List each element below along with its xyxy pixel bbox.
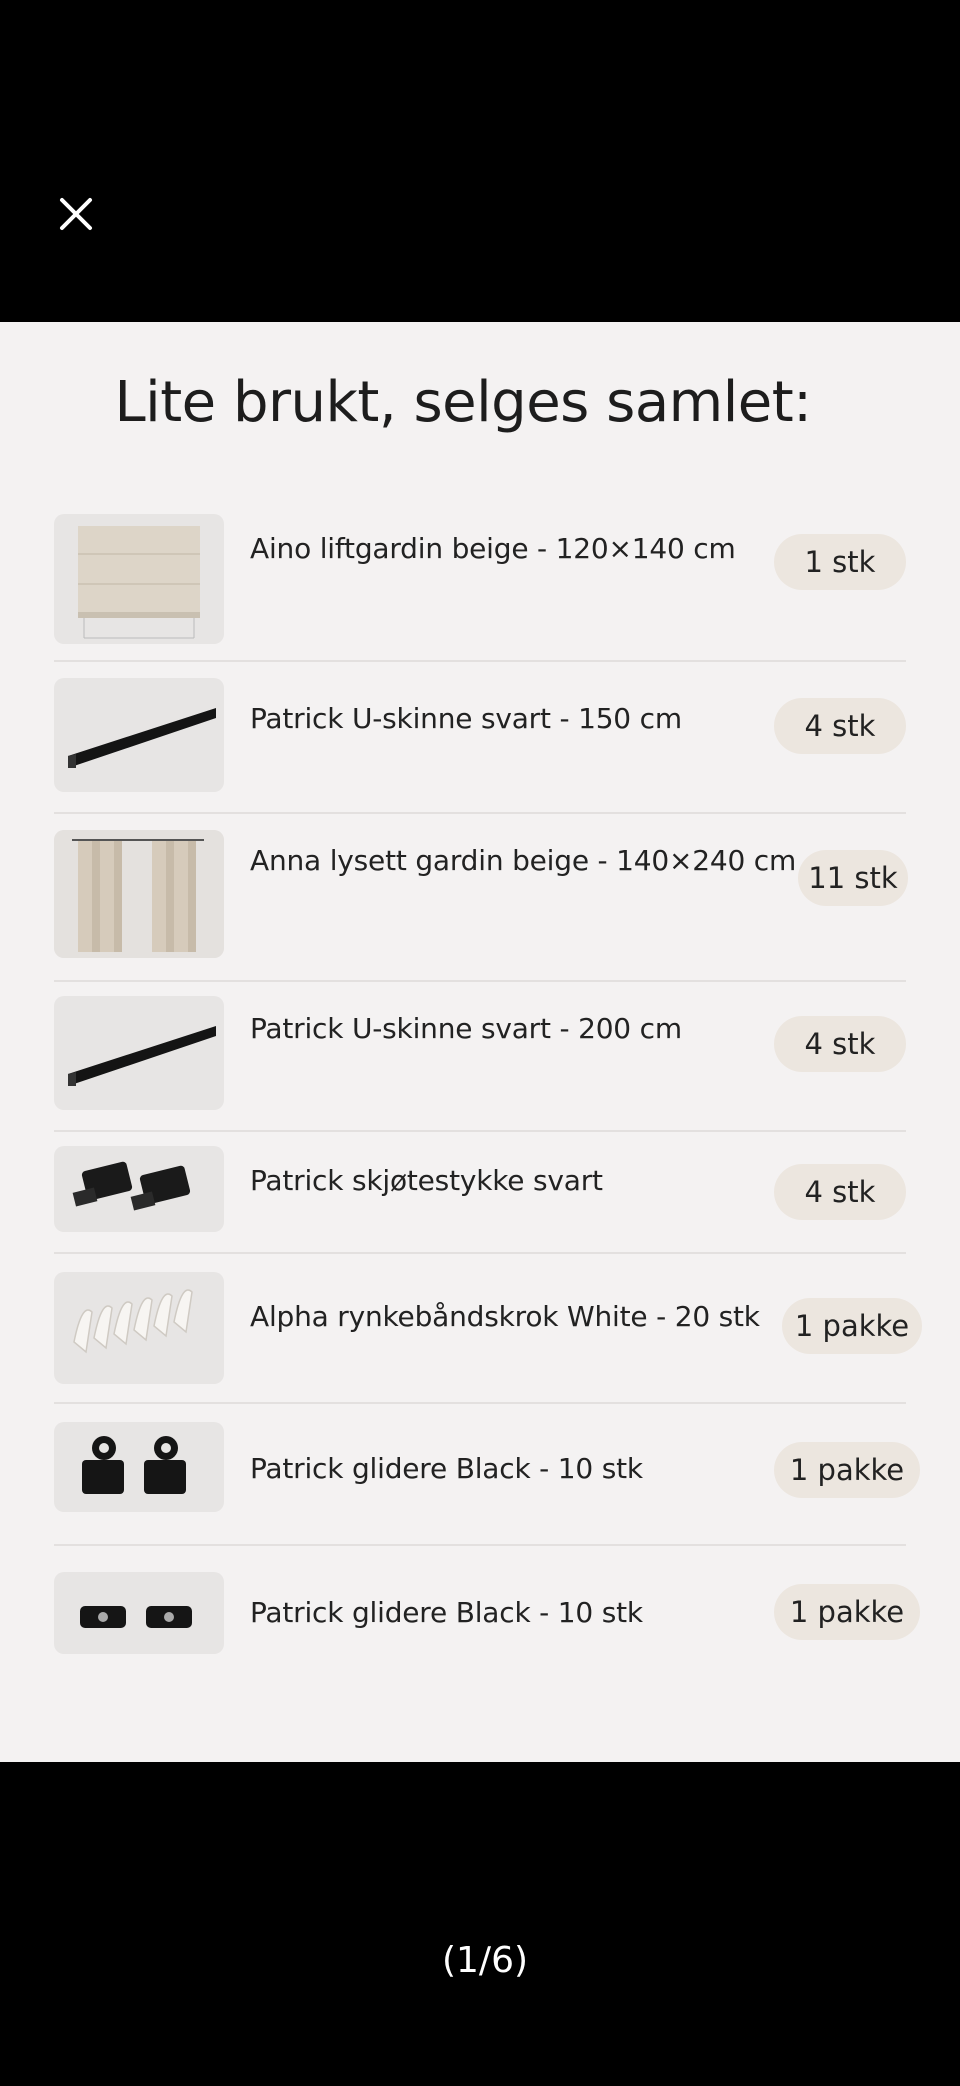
white-hooks-image bbox=[54, 1272, 224, 1384]
list-item: Patrick U-skinne svart - 200 cm 4 stk bbox=[54, 996, 906, 1136]
item-name: Patrick glidere Black - 10 stk bbox=[250, 1452, 643, 1485]
image-content: Lite brukt, selges samlet: Aino liftgard… bbox=[0, 322, 960, 1762]
close-icon bbox=[60, 198, 92, 230]
quantity-badge: 1 pakke bbox=[774, 1442, 920, 1498]
divider bbox=[54, 1402, 906, 1404]
list-item: Alpha rynkebåndskrok White - 20 stk 1 pa… bbox=[54, 1272, 922, 1412]
divider bbox=[54, 660, 906, 662]
item-name: Aino liftgardin beige - 120×140 cm bbox=[250, 532, 736, 565]
item-name: Patrick skjøtestykke svart bbox=[250, 1164, 603, 1197]
list-item: Patrick U-skinne svart - 150 cm 4 stk bbox=[54, 678, 906, 818]
curtain-image bbox=[54, 830, 224, 958]
quantity-badge: 4 stk bbox=[774, 698, 906, 754]
list-item: Anna lysett gardin beige - 140×240 cm 11… bbox=[54, 830, 908, 990]
rail-connector-image bbox=[54, 1146, 224, 1232]
black-gliders-image bbox=[54, 1422, 224, 1512]
divider bbox=[54, 1130, 906, 1132]
divider bbox=[54, 1544, 906, 1546]
divider bbox=[54, 812, 906, 814]
item-name: Anna lysett gardin beige - 140×240 cm bbox=[250, 844, 797, 877]
quantity-badge: 4 stk bbox=[774, 1164, 906, 1220]
quantity-badge: 1 pakke bbox=[774, 1584, 920, 1640]
list-item: Patrick glidere Black - 10 stk 1 pakke bbox=[54, 1572, 920, 1692]
roman-blind-image bbox=[54, 514, 224, 644]
quantity-badge: 1 pakke bbox=[782, 1298, 922, 1354]
divider bbox=[54, 1252, 906, 1254]
black-gliders-flat-image bbox=[54, 1572, 224, 1654]
item-name: Alpha rynkebåndskrok White - 20 stk bbox=[250, 1300, 760, 1333]
list-item: Patrick skjøtestykke svart 4 stk bbox=[54, 1146, 906, 1266]
quantity-badge: 1 stk bbox=[774, 534, 906, 590]
quantity-badge: 4 stk bbox=[774, 1016, 906, 1072]
list-item: Patrick glidere Black - 10 stk 1 pakke bbox=[54, 1422, 920, 1562]
item-name: Patrick glidere Black - 10 stk bbox=[250, 1596, 643, 1629]
item-name: Patrick U-skinne svart - 200 cm bbox=[250, 1012, 682, 1045]
black-rail-image bbox=[54, 996, 224, 1110]
item-name: Patrick U-skinne svart - 150 cm bbox=[250, 702, 682, 735]
black-rail-image bbox=[54, 678, 224, 792]
close-button[interactable] bbox=[52, 190, 100, 238]
quantity-badge: 11 stk bbox=[798, 850, 908, 906]
divider bbox=[54, 980, 906, 982]
page-title: Lite brukt, selges samlet: bbox=[114, 370, 812, 435]
list-item: Aino liftgardin beige - 120×140 cm 1 stk bbox=[54, 514, 906, 662]
page-counter: (1/6) bbox=[441, 1940, 529, 1981]
